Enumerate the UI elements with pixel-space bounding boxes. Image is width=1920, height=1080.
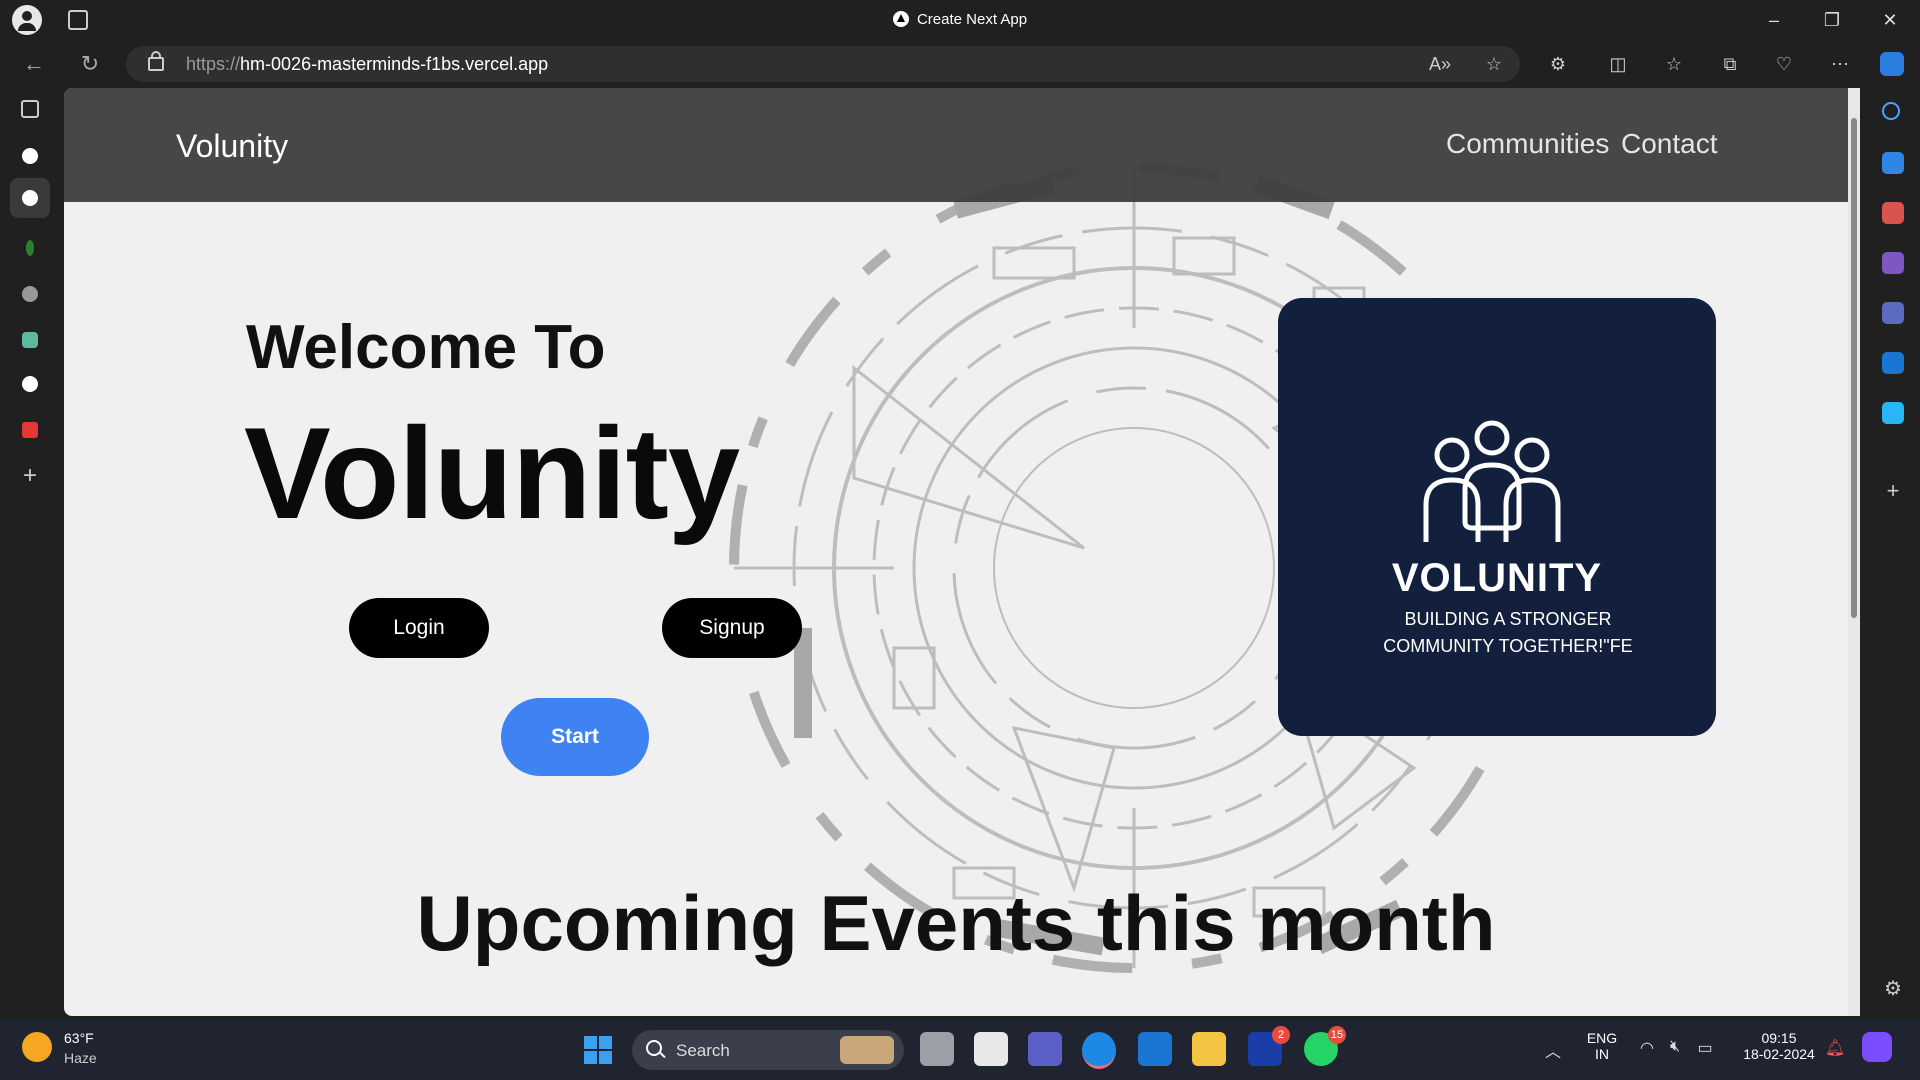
url-field[interactable]: https://hm-0026-masterminds-f1bs.vercel.… [126,46,1520,82]
logo-card-title: VOLUNITY [1391,556,1603,600]
vscode-icon[interactable] [1138,1032,1172,1066]
nextjs-favicon-icon [22,376,38,392]
tab-google[interactable] [16,280,44,308]
tab-mongodb[interactable] [16,234,44,262]
page-scrollbar[interactable] [1848,88,1860,1016]
tab-nextjs-1[interactable] [16,142,44,170]
weather-temperature[interactable]: 63°F [64,1030,94,1046]
tab-pdf[interactable] [16,416,44,444]
close-icon[interactable]: ✕ [1878,8,1902,32]
microsoft-365-icon[interactable] [1882,302,1904,324]
tab-chatgpt[interactable] [16,326,44,354]
pdf-icon [22,422,38,438]
copilot-icon[interactable] [1880,52,1904,76]
chatgpt-icon [22,332,38,348]
new-tab-icon[interactable]: + [16,462,44,490]
whatsapp-icon[interactable]: 15 [1304,1026,1346,1066]
volunity-logo-card: VOLUNITY BUILDING A STRONGER COMMUNITY T… [1278,298,1716,736]
extensions-icon[interactable]: ⚙ [1546,52,1570,76]
browser-title-bar: Create Next App – ❐ ✕ [0,0,1920,40]
search-highlight-image [840,1036,894,1064]
copilot-taskbar-icon[interactable] [1862,1032,1892,1062]
weather-haze-icon[interactable] [22,1032,52,1062]
sidebar-settings-gear-icon[interactable]: ⚙ [1882,978,1904,1000]
scrollbar-thumb[interactable] [1851,118,1857,618]
lock-icon[interactable] [148,51,164,71]
notification-badge: 2 [1272,1026,1290,1044]
search-icon [646,1040,662,1056]
minimize-icon[interactable]: – [1762,8,1786,32]
edge-browser-icon[interactable] [1082,1032,1116,1069]
nextjs-favicon-icon [22,190,38,206]
read-aloud-icon[interactable]: A» [1428,52,1452,76]
microsoft-store-icon[interactable] [974,1032,1008,1066]
taskbar-search-box[interactable]: Search [632,1030,904,1070]
tools-icon[interactable] [1882,202,1904,224]
clock[interactable]: 09:15 18-02-2024 [1734,1030,1824,1062]
nav-link-contact[interactable]: Contact [1621,128,1718,160]
browser-essentials-icon[interactable]: ♡ [1772,52,1796,76]
vertical-tabs-sidebar: + [0,88,60,1018]
battery-icon[interactable]: ▭ [1694,1038,1716,1058]
shopping-tag-icon[interactable] [1882,152,1904,174]
edge-sidebar: + ⚙ [1868,88,1920,1018]
outlook-icon[interactable] [1882,352,1904,374]
active-tab-title: Create Next App [0,11,1920,28]
site-brand-link[interactable]: Volunity [176,128,288,165]
windows-taskbar: 63°F Haze Search 2 15 ︿ ENG IN ◠ 🔇︎ ▭ 09… [0,1018,1920,1080]
upcoming-events-heading: Upcoming Events this month [416,879,1496,967]
app-l-icon[interactable]: 2 [1248,1026,1290,1066]
hero-title: Volunity [244,400,740,546]
tab-actions-icon[interactable] [21,100,39,118]
tab-nextjs-2[interactable] [16,370,44,398]
favorite-star-icon[interactable]: ☆ [1482,52,1506,76]
signup-button[interactable]: Signup [662,598,802,658]
wifi-icon[interactable]: ◠ [1636,1038,1658,1058]
refresh-icon[interactable]: ↻ [76,50,104,78]
nav-link-communities[interactable]: Communities [1446,128,1609,160]
hero-welcome-text: Welcome To [246,313,606,382]
favorites-icon[interactable]: ☆ [1662,52,1686,76]
site-navbar: Volunity Communities Contact [64,88,1848,202]
games-icon[interactable] [1882,252,1904,274]
show-hidden-icons-chevron-icon[interactable]: ︿ [1542,1038,1564,1061]
more-menu-icon[interactable]: ⋯ [1828,52,1852,76]
volume-muted-icon[interactable]: 🔇︎ [1664,1038,1686,1058]
google-icon [22,286,38,302]
collections-icon[interactable]: ⧉ [1718,52,1742,76]
windows-start-icon[interactable] [584,1036,612,1064]
split-screen-icon[interactable]: ◫ [1606,52,1630,76]
start-button[interactable]: Start [501,698,649,776]
search-icon[interactable] [1882,102,1900,120]
task-view-icon[interactable] [920,1032,954,1066]
back-icon[interactable]: ← [20,50,48,78]
drop-icon[interactable] [1882,402,1904,424]
web-page-viewport: Volunity Communities Contact Welcome To … [64,88,1848,1016]
language-indicator[interactable]: ENG IN [1582,1030,1622,1062]
url-text[interactable]: https://hm-0026-masterminds-f1bs.vercel.… [186,54,548,75]
logo-card-tagline: BUILDING A STRONGER COMMUNITY TOGETHER!"… [1383,609,1633,656]
add-sidebar-app-icon[interactable]: + [1882,480,1904,502]
notification-bell-icon[interactable]: 🔔︎ [1824,1038,1846,1058]
file-explorer-icon[interactable] [1192,1032,1226,1066]
weather-description[interactable]: Haze [64,1050,97,1066]
nextjs-favicon-icon [892,11,909,27]
tab-nextjs-active[interactable] [10,178,50,218]
nextjs-favicon-icon [22,148,38,164]
restore-icon[interactable]: ❐ [1820,8,1844,32]
notification-badge: 15 [1328,1026,1346,1044]
teams-icon[interactable] [1028,1032,1062,1066]
login-button[interactable]: Login [349,598,489,658]
people-group-icon [1423,420,1561,542]
mongodb-leaf-icon [26,240,34,256]
address-bar-row: ← ↻ https://hm-0026-masterminds-f1bs.ver… [0,40,1920,88]
